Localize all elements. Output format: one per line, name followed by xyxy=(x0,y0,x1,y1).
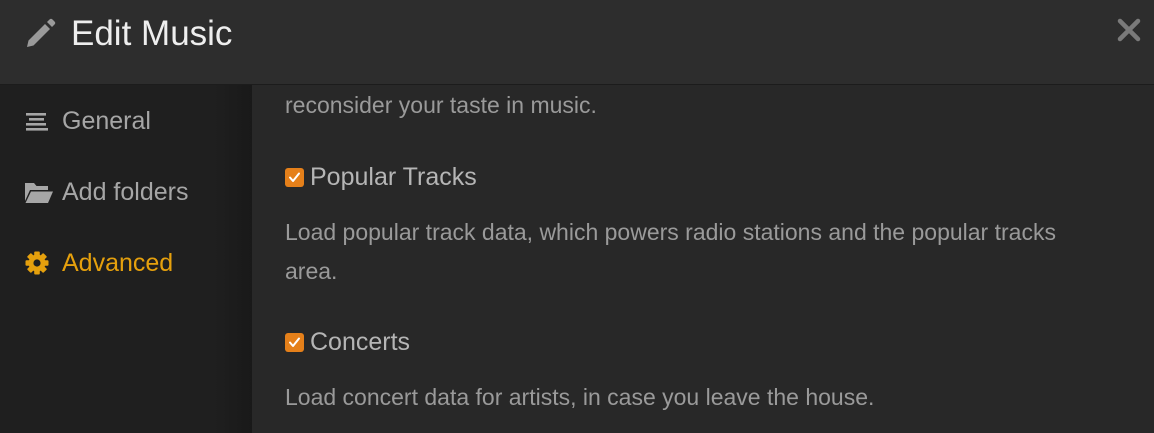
concerts-checkbox[interactable] xyxy=(285,333,304,352)
sidebar-item-advanced[interactable]: Advanced xyxy=(0,236,252,292)
setting-description: reconsider your taste in music. xyxy=(285,92,597,118)
sidebar-item-add-folders[interactable]: Add folders xyxy=(0,165,252,221)
sidebar-item-label: General xyxy=(62,107,151,135)
check-icon xyxy=(289,337,300,347)
gear-icon xyxy=(24,249,52,277)
concerts-label: Concerts xyxy=(310,328,411,356)
folder-open-icon xyxy=(24,178,53,206)
sidebar-item-general[interactable]: General xyxy=(0,94,252,150)
concerts-description: Load concert data for artists, in case y… xyxy=(285,384,875,410)
popular-tracks-label: Popular Tracks xyxy=(310,163,477,191)
edit-music-dialog: Edit Music General Add folders Advanced … xyxy=(0,0,1154,433)
dialog-header: Edit Music xyxy=(0,0,1154,85)
pencil-icon xyxy=(24,18,56,50)
dialog-title: Edit Music xyxy=(71,14,233,53)
settings-sidebar: General Add folders Advanced xyxy=(0,85,252,433)
check-icon xyxy=(289,172,300,182)
sidebar-item-label: Add folders xyxy=(62,178,189,206)
popular-tracks-checkbox[interactable] xyxy=(285,168,304,187)
align-lines-icon xyxy=(24,107,52,135)
popular-tracks-description: Load popular track data, which powers ra… xyxy=(285,219,1056,284)
settings-content: reconsider your taste in music. Popular … xyxy=(252,85,1154,433)
close-icon[interactable] xyxy=(1116,17,1142,43)
sidebar-item-label: Advanced xyxy=(62,249,174,277)
